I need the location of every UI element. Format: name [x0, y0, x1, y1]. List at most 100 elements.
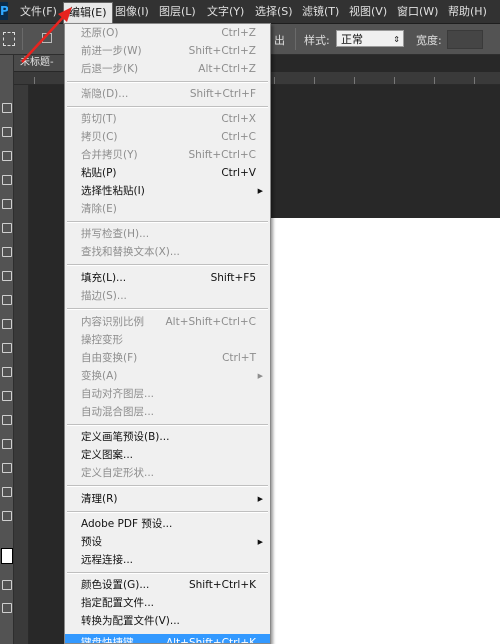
menu-item-shortcut: Shift+Ctrl+F [189, 88, 256, 100]
menu-item-label: 粘贴(P) [81, 167, 117, 179]
quick-select-tool-icon[interactable] [2, 151, 12, 161]
pen-tool-icon[interactable] [2, 415, 12, 425]
menu-item-purge[interactable]: 清理(R) ▶ [65, 490, 270, 508]
menu-item-auto-blend[interactable]: 自动混合图层... [65, 403, 270, 421]
menu-item-find-replace[interactable]: 查找和替换文本(X)... [65, 243, 270, 261]
menu-item-paste-special[interactable]: 选择性粘贴(I) ▶ [65, 182, 270, 200]
quick-mask-icon[interactable] [2, 580, 12, 590]
menu-item-define-pattern[interactable]: 定义图案... [65, 446, 270, 464]
menu-view[interactable]: 视图(V) [344, 3, 392, 20]
eraser-tool-icon[interactable] [2, 319, 12, 329]
menu-separator [67, 485, 268, 487]
menu-item-paste[interactable]: 粘贴(P) Ctrl+V [65, 164, 270, 182]
menu-item-transform[interactable]: 变换(A) ▶ [65, 367, 270, 385]
gradient-tool-icon[interactable] [2, 343, 12, 353]
menu-item-shortcut: Shift+Ctrl+C [188, 149, 256, 161]
vertical-ruler [14, 85, 29, 644]
menu-item-copy-merged[interactable]: 合并拷贝(Y) Shift+Ctrl+C [65, 146, 270, 164]
menu-item-assign-profile[interactable]: 指定配置文件... [65, 594, 270, 612]
menu-edit[interactable]: 编辑(E) [63, 2, 113, 24]
screen-mode-icon[interactable] [2, 603, 12, 613]
menu-item-label: 拼写检查(H)... [81, 228, 150, 240]
menu-separator [67, 264, 268, 266]
menu-layer[interactable]: 图层(L) [154, 3, 201, 20]
path-select-tool-icon[interactable] [2, 463, 12, 473]
eyedropper-tool-icon[interactable] [2, 199, 12, 209]
menu-item-label: 键盘快捷键... [81, 637, 144, 644]
crop-tool-icon[interactable] [2, 175, 12, 185]
menu-type[interactable]: 文字(Y) [202, 3, 249, 20]
menu-item-stroke[interactable]: 描边(S)... [65, 287, 270, 305]
menu-item-undo[interactable]: 还原(O) Ctrl+Z [65, 24, 270, 42]
menu-item-cut[interactable]: 剪切(T) Ctrl+X [65, 110, 270, 128]
shape-tool-icon[interactable] [2, 487, 12, 497]
menu-item-label: 定义画笔预设(B)... [81, 431, 170, 443]
menu-item-label: 颜色设置(G)... [81, 579, 150, 591]
healing-brush-tool-icon[interactable] [2, 223, 12, 233]
menu-item-label: 还原(O) [81, 27, 119, 39]
new-selection-icon[interactable] [42, 33, 52, 43]
edit-menu-dropdown: 还原(O) Ctrl+Z 前进一步(W) Shift+Ctrl+Z 后退一步(K… [64, 23, 271, 644]
menu-item-clear[interactable]: 清除(E) [65, 200, 270, 218]
style-select[interactable]: 正常 ⇕ [336, 30, 404, 47]
menu-separator [67, 81, 268, 83]
menu-item-pdf-presets[interactable]: Adobe PDF 预设... [65, 515, 270, 533]
menu-item-convert-profile[interactable]: 转换为配置文件(V)... [65, 612, 270, 630]
clone-stamp-tool-icon[interactable] [2, 271, 12, 281]
menu-select[interactable]: 选择(S) [250, 3, 298, 20]
menu-item-label: 预设 [81, 536, 102, 548]
menu-item-content-aware-scale[interactable]: 内容识别比例 Alt+Shift+Ctrl+C [65, 313, 270, 331]
hand-tool-icon[interactable] [2, 511, 12, 521]
menu-image[interactable]: 图像(I) [110, 3, 154, 20]
menu-item-label: 前进一步(W) [81, 45, 142, 57]
menu-item-presets[interactable]: 预设 ▶ [65, 533, 270, 551]
menu-window[interactable]: 窗口(W) [392, 3, 443, 20]
menu-filter[interactable]: 滤镜(T) [297, 3, 344, 20]
dodge-tool-icon[interactable] [2, 391, 12, 401]
menu-item-shortcut: Alt+Shift+Ctrl+K [165, 637, 256, 644]
menu-item-copy[interactable]: 拷贝(C) Ctrl+C [65, 128, 270, 146]
menu-separator [67, 308, 268, 310]
menu-item-label: Adobe PDF 预设... [81, 518, 173, 530]
menu-item-label: 自动混合图层... [81, 406, 155, 418]
width-input[interactable] [447, 30, 483, 49]
menu-item-fill[interactable]: 填充(L)... Shift+F5 [65, 269, 270, 287]
menu-item-shortcut: Ctrl+C [221, 131, 256, 143]
menu-item-label: 后退一步(K) [81, 63, 139, 75]
menu-item-auto-align[interactable]: 自动对齐图层... [65, 385, 270, 403]
menu-item-free-transform[interactable]: 自由变换(F) Ctrl+T [65, 349, 270, 367]
style-select-value: 正常 [341, 33, 363, 46]
menu-item-step-backward[interactable]: 后退一步(K) Alt+Ctrl+Z [65, 60, 270, 78]
menu-item-define-brush[interactable]: 定义画笔预设(B)... [65, 428, 270, 446]
foreground-color-swatch[interactable] [1, 548, 13, 564]
menu-item-puppet-warp[interactable]: 操控变形 [65, 331, 270, 349]
menu-item-label: 拷贝(C) [81, 131, 118, 143]
blur-tool-icon[interactable] [2, 367, 12, 377]
move-tool-icon[interactable] [2, 103, 12, 113]
menu-item-check-spelling[interactable]: 拼写检查(H)... [65, 225, 270, 243]
type-tool-icon[interactable] [2, 439, 12, 449]
menu-item-label: 清理(R) [81, 493, 118, 505]
menu-item-fade[interactable]: 渐隐(D)... Shift+Ctrl+F [65, 85, 270, 103]
menu-item-label: 转换为配置文件(V)... [81, 615, 180, 627]
menu-item-shortcut: Alt+Ctrl+Z [198, 63, 256, 75]
menu-item-define-shape[interactable]: 定义自定形状... [65, 464, 270, 482]
menu-item-label: 操控变形 [81, 334, 123, 346]
history-brush-tool-icon[interactable] [2, 295, 12, 305]
menu-file[interactable]: 文件(F) [15, 3, 62, 20]
brush-tool-icon[interactable] [2, 247, 12, 257]
options-divider [295, 28, 296, 50]
lasso-tool-icon[interactable] [2, 127, 12, 137]
menu-separator [67, 572, 268, 574]
chevron-updown-icon: ⇕ [393, 35, 400, 44]
menu-item-step-forward[interactable]: 前进一步(W) Shift+Ctrl+Z [65, 42, 270, 60]
menu-item-keyboard-shortcuts[interactable]: 键盘快捷键... Alt+Shift+Ctrl+K [65, 634, 270, 644]
ruler-tick [274, 77, 275, 84]
marquee-tool-icon[interactable] [3, 32, 15, 46]
menu-help[interactable]: 帮助(H) [443, 3, 492, 20]
menu-item-remote-connections[interactable]: 远程连接... [65, 551, 270, 569]
menu-item-label: 剪切(T) [81, 113, 117, 125]
menu-item-color-settings[interactable]: 颜色设置(G)... Shift+Ctrl+K [65, 576, 270, 594]
submenu-arrow-icon: ▶ [257, 538, 263, 546]
document-canvas[interactable] [270, 218, 500, 644]
